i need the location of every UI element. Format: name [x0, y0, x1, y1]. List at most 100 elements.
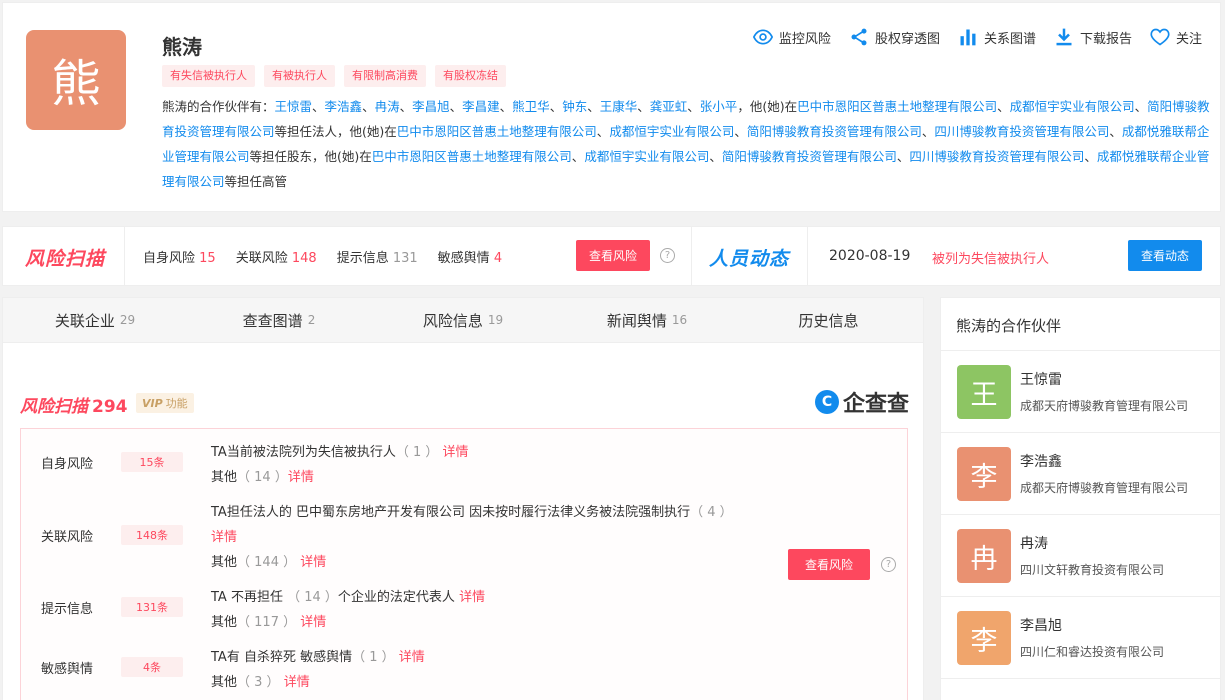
risk-item-sensitive[interactable]: 敏感舆情 4: [438, 247, 502, 266]
row-badge-related: 148条: [121, 525, 183, 545]
risk-line: TA当前被法院列为失信被执行人（ 1 ） 详情: [211, 441, 469, 460]
partner-card[interactable]: 李 李昌旭 四川仁和睿达投资有限公司: [941, 597, 1220, 679]
company-link[interactable]: 简阳博骏教育投资管理有限公司: [722, 149, 897, 164]
risk-item-count: 131: [392, 251, 418, 266]
company-link[interactable]: 成都恒宇实业有限公司: [609, 124, 734, 139]
risk-scan-count: 294: [92, 397, 128, 417]
line-text: TA有 自杀猝死 敏感舆情: [211, 650, 353, 665]
line-text: 其他: [211, 675, 238, 690]
vip-text: 功能: [165, 397, 188, 410]
detail-link[interactable]: 详情: [300, 615, 326, 630]
company-link[interactable]: 成都恒宇实业有限公司: [1010, 99, 1135, 114]
partner-avatar: 李: [957, 611, 1011, 665]
row-label-hint: 提示信息: [41, 602, 94, 617]
risk-counts: 自身风险 15 关联风险 148 提示信息 131 敏感舆情 4: [143, 247, 502, 266]
detail-link[interactable]: 详情: [288, 470, 314, 485]
tag-dishonest[interactable]: 有失信被执行人: [162, 65, 255, 87]
line-text: 其他: [211, 615, 238, 630]
partner-link[interactable]: 熊卫华: [512, 99, 550, 114]
follow-button[interactable]: 关注: [1150, 27, 1202, 47]
partner-link[interactable]: 钟东: [562, 99, 587, 114]
partner-company[interactable]: 四川文轩教育投资有限公司: [1020, 561, 1210, 578]
detail-link[interactable]: 详情: [399, 650, 425, 665]
partner-link[interactable]: 李浩鑫: [325, 99, 363, 114]
help-icon[interactable]: ?: [881, 557, 896, 572]
risk-item-related[interactable]: 关联风险 148: [236, 247, 317, 266]
row-badge-self: 15条: [121, 452, 183, 472]
line-count: （ 3 ）: [237, 675, 280, 690]
partner-company[interactable]: 四川仁和睿达投资有限公司: [1020, 643, 1210, 660]
partner-link[interactable]: 王康华: [600, 99, 638, 114]
divider: [691, 227, 692, 285]
tab-graph[interactable]: 查查图谱 2: [187, 298, 371, 342]
line-count: （ 14 ）: [287, 590, 338, 605]
tab-label: 新闻舆情: [606, 311, 667, 330]
row-badge-hint: 131条: [121, 597, 183, 617]
partner-link[interactable]: 李昌建: [462, 99, 500, 114]
tag-equity-frozen[interactable]: 有股权冻结: [435, 65, 506, 87]
person-header-card: 熊 熊涛 有失信被执行人 有被执行人 有限制高消费 有股权冻结 监控风险 股权穿…: [2, 2, 1221, 212]
tag-high-consumption[interactable]: 有限制高消费: [344, 65, 426, 87]
line-count: （ 4 ）: [690, 505, 733, 520]
line-count: （ 1 ）: [395, 445, 439, 460]
risk-item-label: 关联风险: [235, 251, 288, 266]
partner-company[interactable]: 成都天府博骏教育管理有限公司: [1020, 397, 1210, 414]
detail-link[interactable]: 详情: [284, 675, 310, 690]
detail-link[interactable]: 详情: [300, 555, 326, 570]
tab-risk-info[interactable]: 风险信息 19: [371, 298, 555, 342]
company-link[interactable]: 巴中市恩阳区普惠土地整理有限公司: [397, 124, 597, 139]
partner-name[interactable]: 王惊雷: [1020, 369, 1062, 389]
risk-item-count: 15: [199, 251, 216, 266]
partner-card[interactable]: 冉 冉涛 四川文轩教育投资有限公司: [941, 515, 1220, 597]
partner-link[interactable]: 龚亚虹: [650, 99, 688, 114]
scan-view-risk-button[interactable]: 查看风险: [788, 549, 870, 580]
text-segment: 等担任法人，他(她)在: [274, 124, 397, 139]
partner-link[interactable]: 李昌旭: [412, 99, 450, 114]
tab-bar: 关联企业 29 查查图谱 2 风险信息 19 新闻舆情 16 历史信息: [3, 298, 923, 343]
qcc-logo-text: 企查查: [842, 392, 909, 417]
risk-item-hint[interactable]: 提示信息 131: [337, 247, 418, 266]
partner-link[interactable]: 张小平: [700, 99, 738, 114]
company-link[interactable]: 巴中市恩阳区普惠土地整理有限公司: [797, 99, 997, 114]
partner-name[interactable]: 李浩鑫: [1020, 451, 1062, 471]
company-link[interactable]: 四川博骏教育投资管理有限公司: [934, 124, 1109, 139]
detail-link[interactable]: 详情: [211, 530, 237, 545]
monitor-risk-button[interactable]: 监控风险: [752, 27, 831, 47]
company-link[interactable]: 巴中市恩阳区普惠土地整理有限公司: [372, 149, 572, 164]
help-icon[interactable]: ?: [660, 248, 675, 263]
partner-card[interactable]: 李 李浩鑫 成都天府博骏教育管理有限公司: [941, 433, 1220, 515]
company-link[interactable]: 成都恒宇实业有限公司: [584, 149, 709, 164]
line-text: 其他: [211, 470, 238, 485]
partner-name[interactable]: 李昌旭: [1020, 615, 1062, 635]
view-dynamics-button[interactable]: 查看动态: [1128, 240, 1202, 271]
partner-name[interactable]: 冉涛: [1020, 533, 1048, 553]
risk-item-count: 4: [493, 251, 503, 266]
tag-executed[interactable]: 有被执行人: [264, 65, 335, 87]
dynamics-event[interactable]: 被列为失信被执行人: [932, 248, 1049, 267]
view-risk-button[interactable]: 查看风险: [576, 240, 650, 271]
download-icon: [1056, 28, 1072, 46]
tab-news[interactable]: 新闻舆情 16: [555, 298, 739, 342]
risk-item-label: 自身风险: [143, 251, 196, 266]
partner-link[interactable]: 王惊雷: [275, 99, 313, 114]
equity-penetration-label: 股权穿透图: [874, 31, 940, 47]
partner-link[interactable]: 冉涛: [375, 99, 400, 114]
risk-item-self[interactable]: 自身风险 15: [143, 247, 216, 266]
vip-badge: VIP 功能: [136, 393, 194, 413]
tab-history[interactable]: 历史信息: [739, 298, 923, 342]
divider: [124, 227, 125, 285]
detail-link[interactable]: 详情: [459, 590, 485, 605]
download-report-button[interactable]: 下载报告: [1054, 27, 1132, 47]
detail-link[interactable]: 详情: [443, 445, 469, 460]
company-link[interactable]: 简阳博骏教育投资管理有限公司: [747, 124, 922, 139]
risk-line: 详情: [211, 526, 237, 545]
row-badge-sensitive: 4条: [121, 657, 183, 677]
risk-item-label: 敏感舆情: [437, 251, 490, 266]
partners-side-panel: 熊涛的合作伙伴 王 王惊雷 成都天府博骏教育管理有限公司 李 李浩鑫 成都天府博…: [940, 297, 1221, 700]
partner-card[interactable]: 王 王惊雷 成都天府博骏教育管理有限公司: [941, 351, 1220, 433]
relation-graph-button[interactable]: 关系图谱: [958, 27, 1036, 47]
company-link[interactable]: 四川博骏教育投资管理有限公司: [909, 149, 1084, 164]
tab-related-companies[interactable]: 关联企业 29: [3, 298, 187, 342]
equity-penetration-button[interactable]: 股权穿透图: [849, 27, 940, 47]
partner-company[interactable]: 成都天府博骏教育管理有限公司: [1020, 479, 1210, 496]
